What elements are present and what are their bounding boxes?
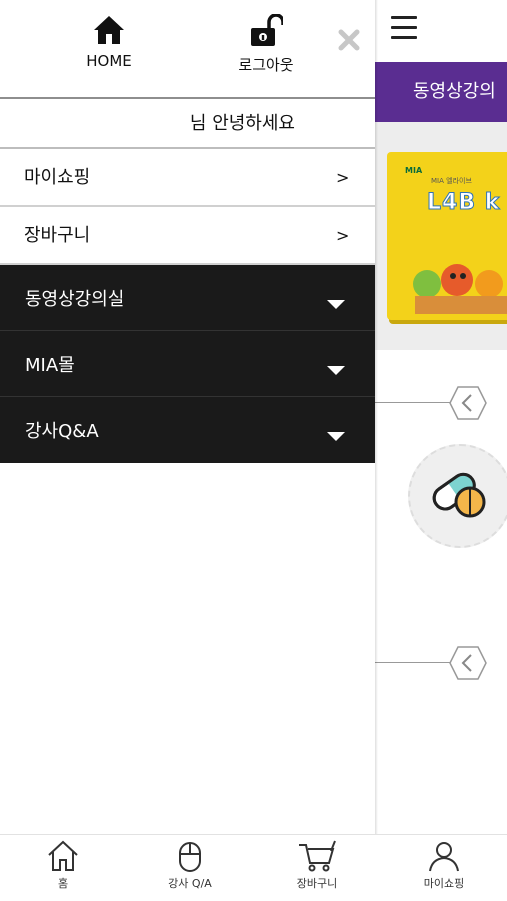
caret-down-icon[interactable] xyxy=(327,432,345,441)
close-icon[interactable] xyxy=(335,26,363,54)
hamburger-menu-icon[interactable] xyxy=(391,16,417,39)
tab-label: 홈 xyxy=(57,877,69,890)
tab-myshopping[interactable]: 마이쇼핑 xyxy=(381,839,507,891)
unlock-icon xyxy=(251,14,283,46)
cart-icon xyxy=(299,840,336,872)
prev-arrow-icon[interactable] xyxy=(448,385,488,421)
menu-item-label: 장바구니 xyxy=(24,225,91,246)
category-label: 강사Q&A xyxy=(25,421,99,442)
product-name: L4B k xyxy=(426,190,501,216)
product-image[interactable]: MIA MIA 엘라이브 L4B k xyxy=(375,122,507,350)
product-illustration xyxy=(413,264,507,314)
tab-home[interactable]: 홈 xyxy=(0,839,126,891)
background-topbar xyxy=(375,0,507,60)
menu-item-cart[interactable]: 장바구니 > xyxy=(0,208,375,265)
background-banner[interactable]: 동영상강의 xyxy=(375,62,507,122)
category-instructor-qa[interactable]: 강사Q&A xyxy=(0,397,375,463)
product-brand: MIA xyxy=(405,166,423,175)
slider-divider-line xyxy=(375,402,453,403)
menu-item-label: 마이쇼핑 xyxy=(24,167,91,188)
slider-divider-line xyxy=(375,662,453,663)
category-video-lectures[interactable]: 동영상강의실 xyxy=(0,265,375,331)
home-label: HOME xyxy=(86,52,132,70)
logout-label: 로그아웃 xyxy=(238,56,294,74)
tab-label: 장바구니 xyxy=(296,877,338,890)
tab-label: 강사 Q/A xyxy=(168,877,212,890)
menu-item-myshopping[interactable]: 마이쇼핑 > xyxy=(0,150,375,207)
logout-button[interactable]: 로그아웃 xyxy=(216,14,316,75)
drawer-header: HOME 로그아웃 xyxy=(0,0,375,99)
mouse-icon xyxy=(179,842,201,872)
caret-down-icon[interactable] xyxy=(327,366,345,375)
home-button[interactable]: HOME xyxy=(59,14,159,70)
person-icon xyxy=(429,842,459,872)
pill-icon xyxy=(432,472,486,518)
product-box: MIA MIA 엘라이브 L4B k xyxy=(387,152,507,320)
chevron-right-icon: > xyxy=(336,168,350,187)
greeting-text: 님 안녕하세요 xyxy=(0,99,375,149)
category-menu: 동영상강의실 MIA몰 강사Q&A xyxy=(0,265,375,463)
product-caption: MIA 엘라이브 xyxy=(431,177,472,185)
pill-badge xyxy=(408,444,507,548)
category-mia-mall[interactable]: MIA몰 xyxy=(0,331,375,397)
side-drawer: HOME 로그아웃 님 안녕하세요 마이쇼핑 > 장바구니 > 동영상강의실 M… xyxy=(0,0,375,834)
chevron-right-icon: > xyxy=(336,226,350,245)
prev-arrow-icon[interactable] xyxy=(448,645,488,681)
tab-instructor-qa[interactable]: 강사 Q/A xyxy=(127,839,253,891)
caret-down-icon[interactable] xyxy=(327,300,345,309)
tab-cart[interactable]: 장바구니 xyxy=(254,839,380,891)
category-label: MIA몰 xyxy=(25,355,75,376)
home-icon xyxy=(94,16,124,44)
tab-label: 마이쇼핑 xyxy=(423,877,465,890)
background-page: 동영상강의 MIA MIA 엘라이브 L4B k xyxy=(375,0,507,834)
home-icon xyxy=(48,840,78,871)
category-label: 동영상강의실 xyxy=(25,289,125,310)
bottom-tab-bar: 홈 강사 Q/A 장바구니 마이쇼핑 xyxy=(0,834,507,901)
